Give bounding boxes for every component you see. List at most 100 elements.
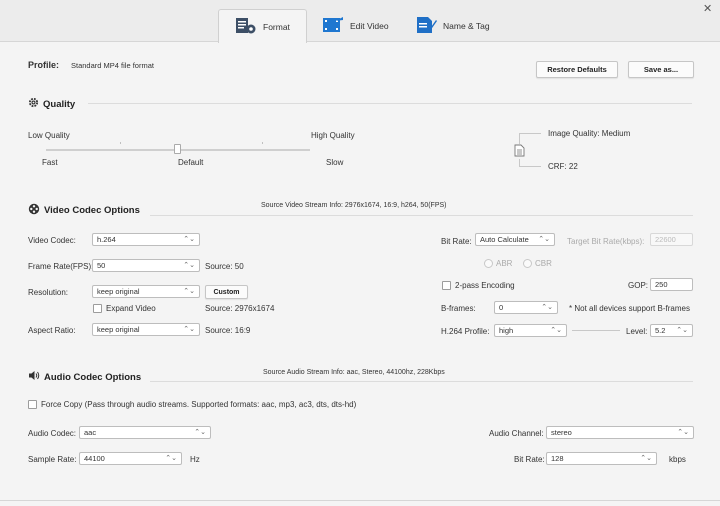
document-icon [514,144,525,159]
quality-title: Quality [43,98,76,110]
close-icon[interactable]: ✕ [703,2,712,15]
audio-channel-value: stereo [551,428,572,437]
frame-rate-select[interactable]: 50 ⌃⌄ [92,259,200,272]
aspect-ratio-label: Aspect Ratio: [28,326,76,335]
name-tag-icon [415,16,437,36]
sample-rate-value: 44100 [84,454,105,463]
chevron-icon: ⌃⌄ [541,304,553,311]
save-as-button[interactable]: Save as... [628,61,694,78]
crf-label: CRF: 22 [548,162,578,171]
bracket-line [519,133,541,134]
chevron-icon: ⌃⌄ [550,327,562,334]
audio-bit-rate-label: Bit Rate: [514,455,545,464]
video-codec-select[interactable]: h.264 ⌃⌄ [92,233,200,246]
audio-channel-label: Audio Channel: [489,429,544,438]
h264-profile-label: H.264 Profile: [441,327,490,336]
force-copy-label: Force Copy (Pass through audio streams. … [41,400,357,409]
film-reel-icon [28,203,40,218]
chevron-icon: ⌃⌄ [677,429,689,436]
force-copy-checkbox[interactable] [28,400,37,409]
profile-label: Profile: [28,60,60,70]
audio-codec-select[interactable]: aac ⌃⌄ [79,426,211,439]
resolution-select[interactable]: keep original ⌃⌄ [92,285,200,298]
level-value: 5.2 [655,326,666,335]
divider [572,330,620,331]
gear-icon [28,97,39,111]
divider [88,103,692,104]
custom-button[interactable]: Custom [205,285,248,299]
audio-section-title: Audio Codec Options [28,370,141,384]
video-codec-label: Video Codec: [28,236,76,245]
b-frames-value: 0 [499,303,504,312]
audio-codec-value: aac [84,428,97,437]
h264-profile-value: high [499,326,514,335]
format-icon [235,17,257,37]
resolution-label: Resolution: [28,288,69,297]
fast-label: Fast [42,158,58,167]
video-title: Video Codec Options [44,205,140,216]
video-codec-value: h.264 [97,235,116,244]
h264-profile-select[interactable]: high ⌃⌄ [494,324,567,337]
resolution-source: Source: 2976x1674 [205,304,275,313]
target-bit-rate-label: Target Bit Rate(kbps): [567,237,645,246]
frame-rate-label: Frame Rate(FPS): [28,262,94,271]
default-label: Default [178,158,204,167]
target-bit-rate-input[interactable]: 22600 [650,233,693,246]
quality-section-title: Quality [28,97,75,111]
chevron-icon: ⌃⌄ [640,455,652,462]
level-label: Level: [626,327,648,336]
aspect-ratio-source: Source: 16:9 [205,326,251,335]
tab-format-label: Format [263,21,290,32]
tab-edit-video-label: Edit Video [350,20,389,31]
bracket-line [519,166,541,167]
sample-rate-label: Sample Rate: [28,455,77,464]
bit-rate-value: Auto Calculate [480,235,529,244]
frame-rate-source: Source: 50 [205,262,244,271]
audio-channel-select[interactable]: stereo ⌃⌄ [546,426,694,439]
audio-bit-rate-select[interactable]: 128 ⌃⌄ [546,452,657,465]
tab-name-tag[interactable]: Name & Tag [399,9,506,42]
expand-video-checkbox[interactable] [93,304,102,313]
bit-rate-select[interactable]: Auto Calculate ⌃⌄ [475,233,555,246]
frame-rate-value: 50 [97,261,106,270]
aspect-ratio-select[interactable]: keep original ⌃⌄ [92,323,200,336]
video-section-title: Video Codec Options [28,203,140,218]
b-frames-label: B-frames: [441,304,476,313]
tab-name-tag-label: Name & Tag [443,20,490,31]
slider-tick [262,142,263,144]
profile-value: Standard MP4 file format [71,61,154,70]
tab-edit-video[interactable]: Edit Video [306,9,405,42]
low-quality-label: Low Quality [28,131,70,140]
speaker-icon [28,370,40,384]
slider-tick [120,142,121,144]
b-frames-select[interactable]: 0 ⌃⌄ [494,301,558,314]
divider [150,381,693,382]
chevron-icon: ⌃⌄ [676,327,688,334]
expand-video-label: Expand Video [106,304,156,313]
resolution-value: keep original [97,287,140,296]
b-frames-note: * Not all devices support B-frames [569,304,690,313]
chevron-icon: ⌃⌄ [538,236,550,243]
gop-input[interactable]: 250 [650,278,693,291]
tab-format[interactable]: Format [218,9,307,43]
audio-bit-rate-value: 128 [551,454,564,463]
sample-rate-select[interactable]: 44100 ⌃⌄ [79,452,182,465]
abr-radio[interactable] [484,259,493,268]
quality-slider-thumb[interactable] [174,144,181,154]
audio-codec-label: Audio Codec: [28,429,77,438]
aspect-ratio-value: keep original [97,325,140,334]
image-quality-label: Image Quality: Medium [548,129,631,138]
two-pass-label: 2-pass Encoding [455,281,515,290]
level-select[interactable]: 5.2 ⌃⌄ [650,324,693,337]
chevron-icon: ⌃⌄ [183,326,195,333]
cbr-radio[interactable] [523,259,532,268]
chevron-icon: ⌃⌄ [183,288,195,295]
audio-title: Audio Codec Options [44,371,142,383]
chevron-icon: ⌃⌄ [194,429,206,436]
chevron-icon: ⌃⌄ [165,455,177,462]
two-pass-checkbox[interactable] [442,281,451,290]
gop-label: GOP: [628,281,649,290]
audio-stream-info: Source Audio Stream Info: aac, Stereo, 4… [263,369,445,376]
high-quality-label: High Quality [311,131,355,140]
restore-defaults-button[interactable]: Restore Defaults [536,61,618,78]
